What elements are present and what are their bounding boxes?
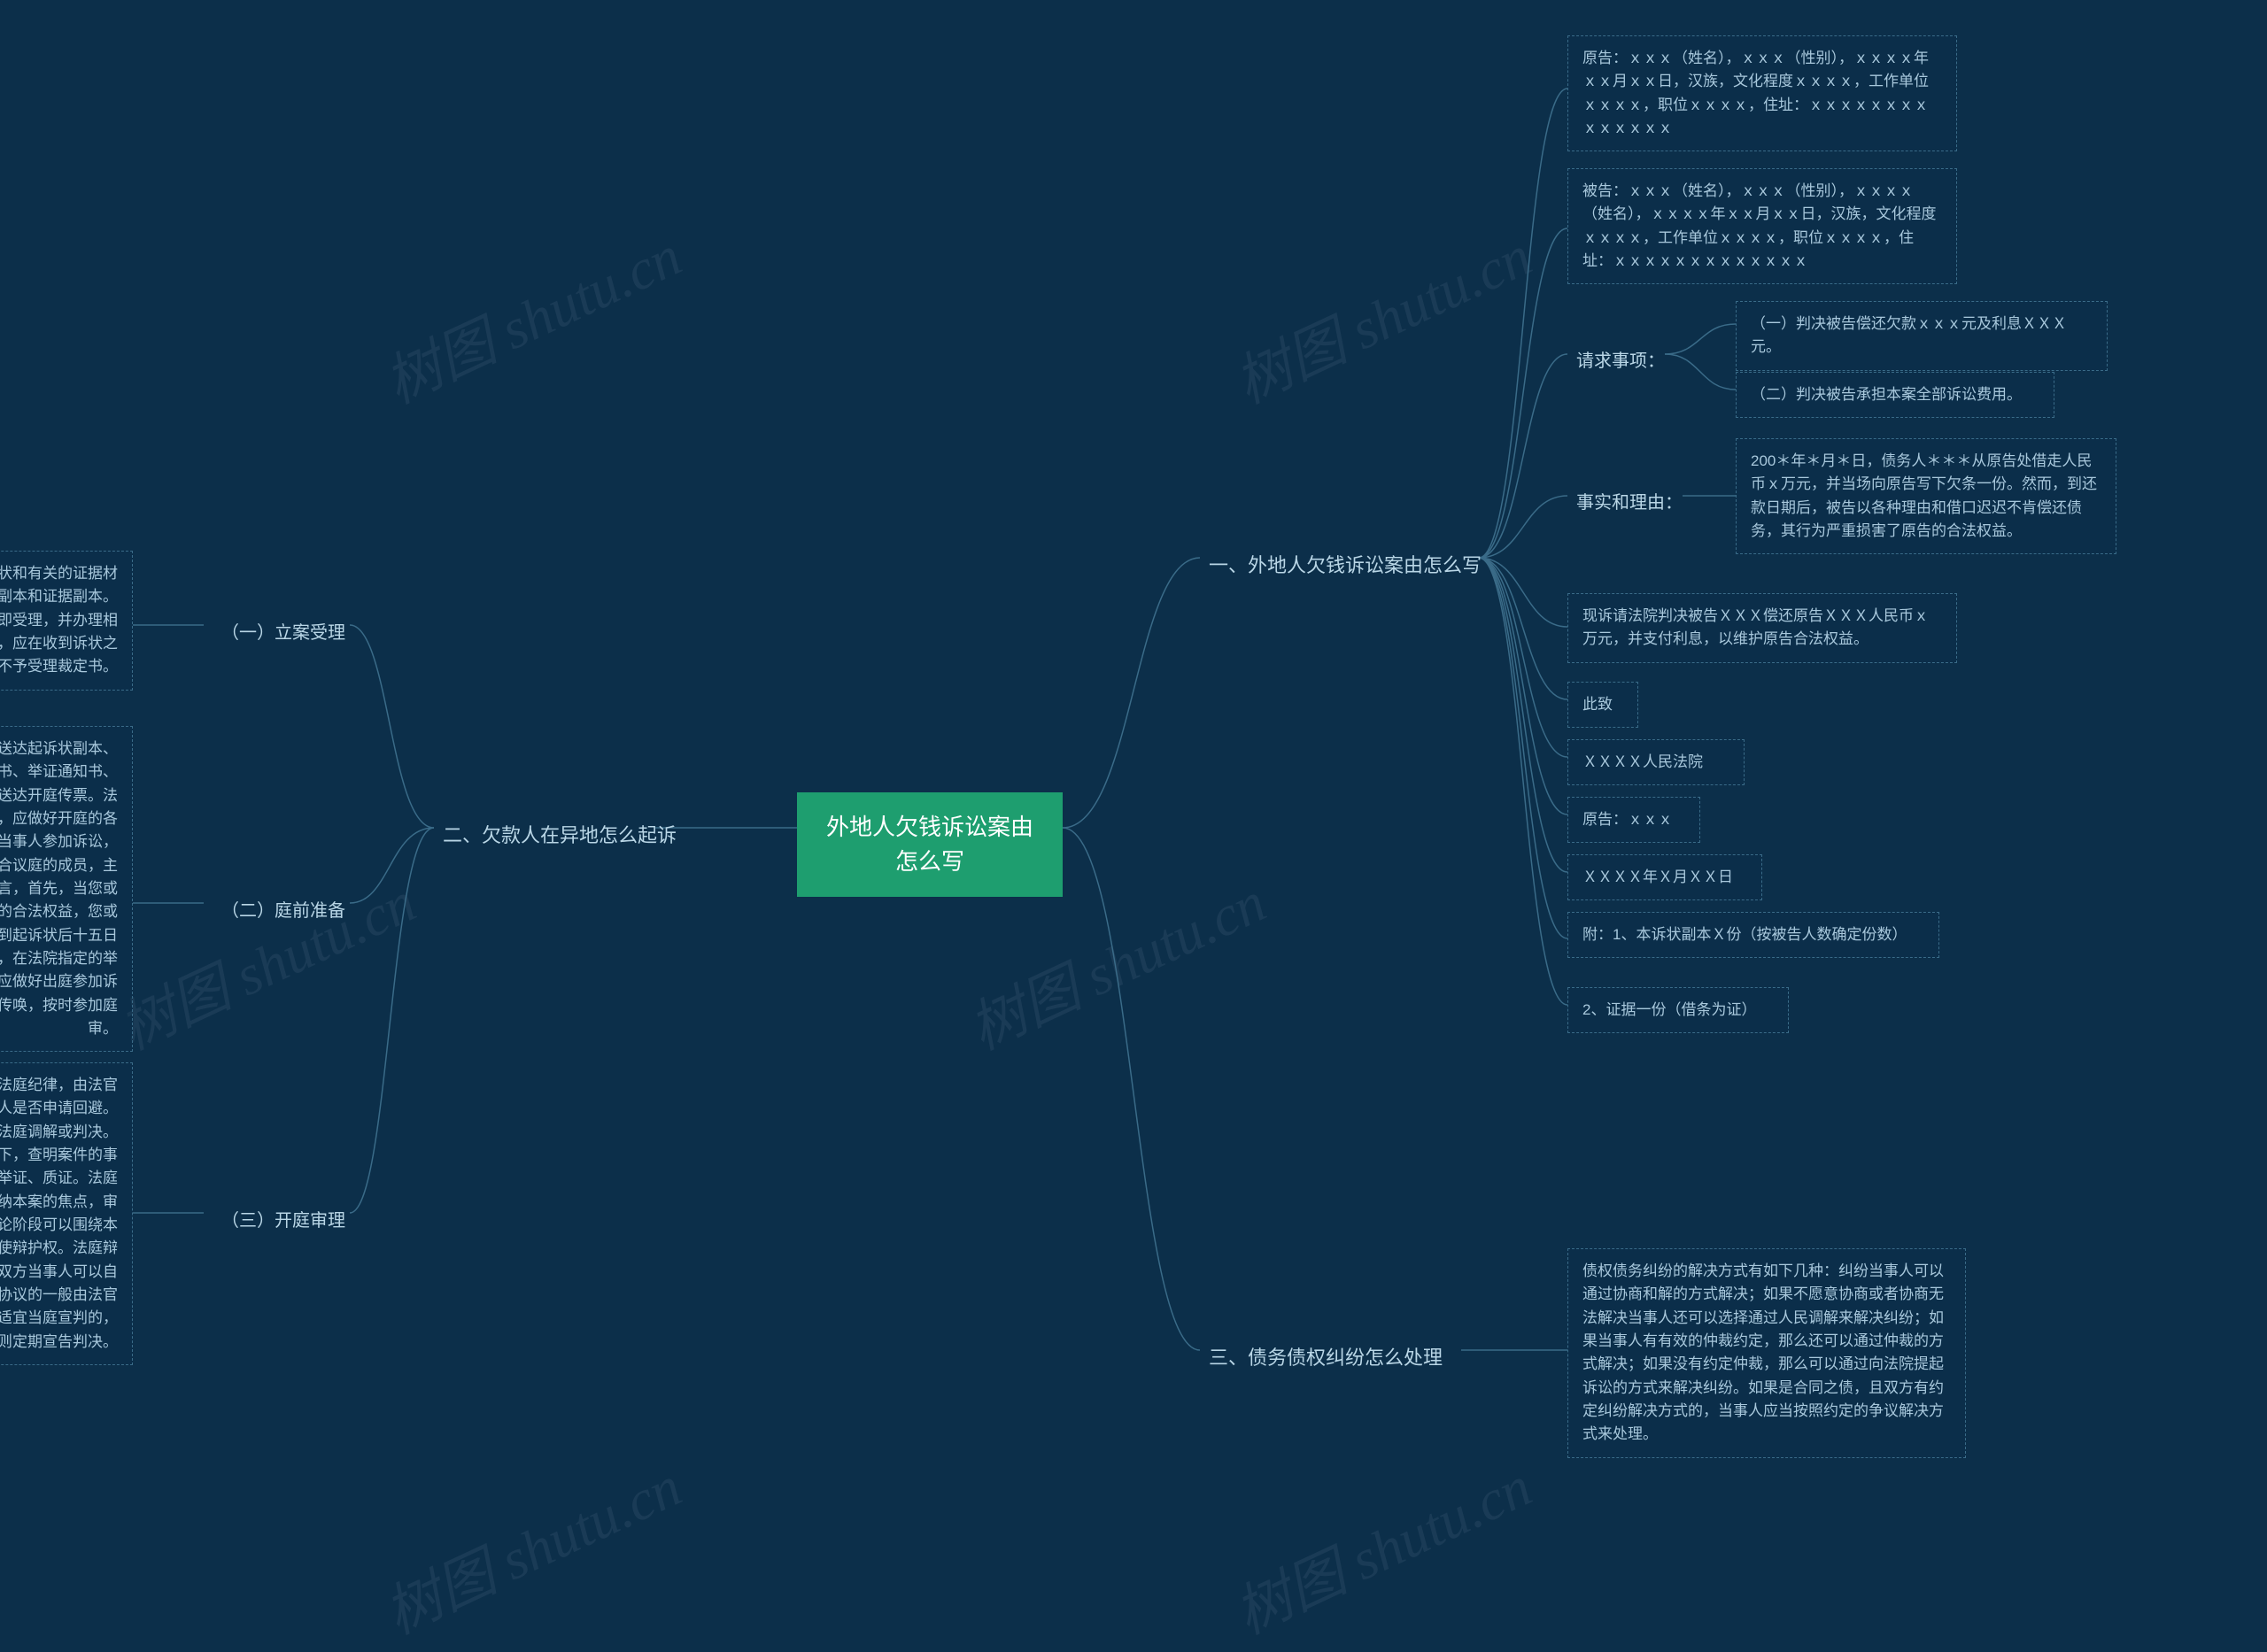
leaf-branch3[interactable]: 债权债务纠纷的解决方式有如下几种：纠纷当事人可以通过协商和解的方式解决；如果不愿… [1567, 1248, 1966, 1458]
leaf-facts[interactable]: 200＊年＊月＊日，债务人＊＊＊从原告处借走人民币ｘ万元，并当场向原告写下欠条一… [1736, 438, 2116, 554]
branch-1[interactable]: 一、外地人欠钱诉讼案由怎么写 [1200, 544, 1490, 583]
leaf-court[interactable]: ＸＸＸＸ人民法院 [1567, 739, 1745, 785]
sub-2-1[interactable]: （一）立案受理 [213, 613, 354, 649]
leaf-defendant[interactable]: 被告：ｘｘｘ（姓名），ｘｘｘ（性别），ｘｘｘｘ（姓名），ｘｘｘｘ年ｘｘ月ｘｘ日，… [1567, 168, 1957, 284]
watermark: 树图 shutu.cn [1219, 211, 1542, 419]
root-node[interactable]: 外地人欠钱诉讼案由怎么写 [797, 792, 1063, 897]
leaf-plaintiff[interactable]: 原告：ｘｘｘ（姓名），ｘｘｘ（性别），ｘｘｘｘ年ｘｘ月ｘｘ日，汉族，文化程度ｘｘ… [1567, 35, 1957, 151]
leaf-request-1[interactable]: （一）判决被告偿还欠款ｘｘｘ元及利息ＸＸＸ元。 [1736, 301, 2108, 371]
mindmap-canvas: 树图 shutu.cn 树图 shutu.cn 树图 shutu.cn 树图 s… [0, 0, 2267, 1652]
leaf-attach1[interactable]: 附：1、本诉状副本Ｘ份（按被告人数确定份数） [1567, 912, 1939, 958]
leaf-conclusion[interactable]: 现诉请法院判决被告ＸＸＸ偿还原告ＸＸＸ人民币ｘ万元，并支付利息，以维护原告合法权… [1567, 593, 1957, 663]
branch-2[interactable]: 二、欠款人在异地怎么起诉 [434, 814, 685, 853]
leaf-attach2[interactable]: 2、证据一份（借条为证） [1567, 987, 1789, 1033]
leaf-2-1[interactable]: 原告向法院起诉，应递交起诉状和有关的证据材料，并按照被告人数递交起诉状副本和证据… [0, 551, 133, 691]
leaf-2-2[interactable]: 法院在受理案件后五日内向被告送达起诉状副本、应诉通知书、诉讼权利义务告知书、举证… [0, 726, 133, 1052]
watermark: 树图 shutu.cn [1219, 1441, 1542, 1649]
sub-2-3[interactable]: （三）开庭审理 [213, 1200, 354, 1237]
leaf-plaintiff-sign[interactable]: 原告：ｘｘｘ [1567, 797, 1700, 843]
leaf-facts-label[interactable]: 事实和理由： [1567, 482, 1691, 519]
sub-2-2[interactable]: （二）庭前准备 [213, 891, 354, 927]
watermark: 树图 shutu.cn [104, 857, 426, 1065]
leaf-request-2[interactable]: （二）判决被告承担本案全部诉讼费用。 [1736, 372, 2054, 418]
watermark: 树图 shutu.cn [369, 211, 692, 419]
leaf-cizhi[interactable]: 此致 [1567, 682, 1638, 728]
leaf-2-3[interactable]: 开庭审理时，首先由书记员宣布法庭纪律，由法官查明当事人到庭情况并询问当事人是否申… [0, 1062, 133, 1365]
leaf-date[interactable]: ＸＸＸＸ年Ｘ月ＸＸ日 [1567, 854, 1762, 900]
watermark: 树图 shutu.cn [369, 1441, 692, 1649]
branch-3[interactable]: 三、债务债权纠纷怎么处理 [1200, 1337, 1451, 1376]
leaf-request-label[interactable]: 请求事项： [1567, 341, 1674, 377]
